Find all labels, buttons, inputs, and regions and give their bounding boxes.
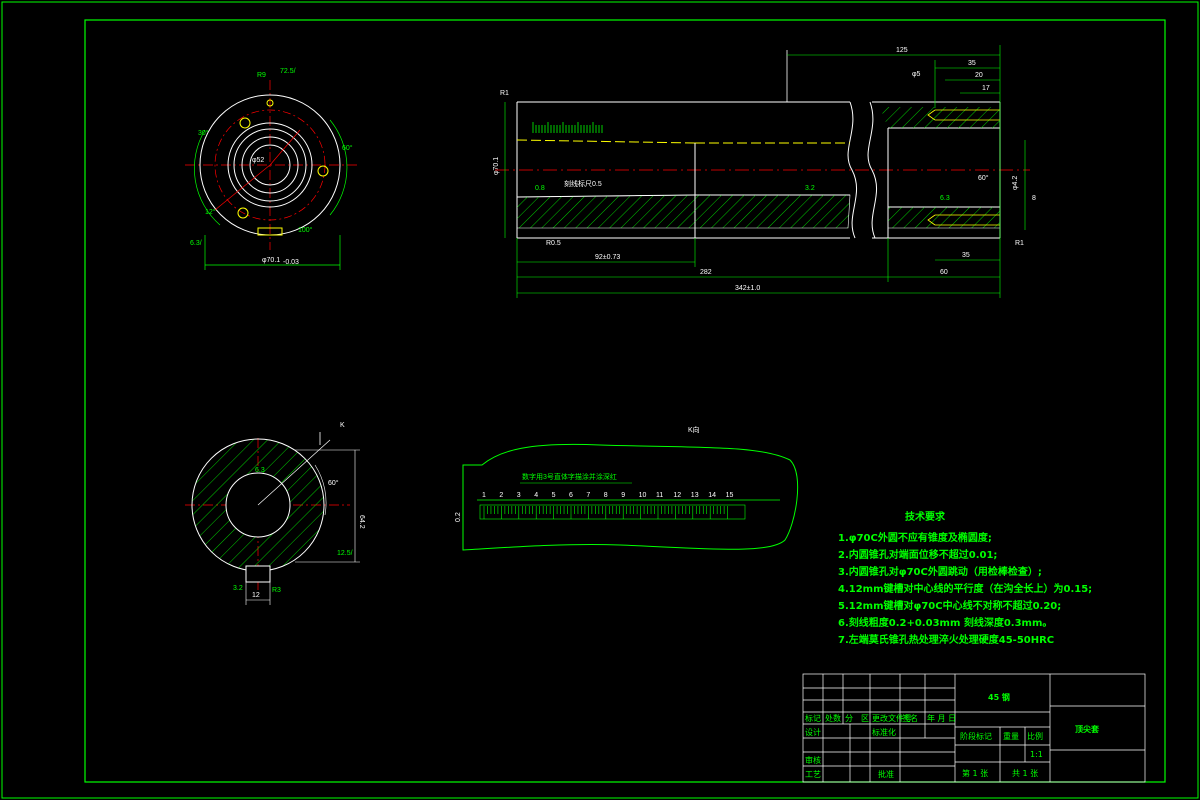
section-k: K 64.2 12 R3 60° 12.5/ 3.2 6.3 (185, 422, 365, 605)
ra-08: 0.8 (535, 185, 545, 192)
tb-stage: 阶段标记 (960, 731, 992, 741)
dim-r1-left: R1 (500, 90, 509, 97)
tb-scale: 比例 (1027, 731, 1043, 741)
tb-designer: 设计 (805, 727, 821, 737)
label-outer-tol: -0.03 (283, 259, 299, 266)
tb-h-count: 处数 (825, 713, 841, 723)
k-scale-number: 4 (534, 492, 538, 499)
label-ra2: 6.3/ (190, 240, 202, 247)
tb-material: 45 钢 (988, 692, 1010, 702)
tb-h-date: 年 月 日 (927, 713, 956, 723)
dim-92: 92±0.73 (595, 254, 620, 261)
dim-phi5: φ5 (912, 71, 921, 78)
dim-342: 342±1.0 (735, 285, 760, 292)
inner-frame (84, 19, 1166, 783)
dim-8: 8 (1032, 195, 1036, 202)
section-k-ra3: 6.3 (255, 467, 265, 474)
requirement-5: 5.12mm键槽对φ70C中心线不对称不超过0.20; (838, 599, 1061, 612)
main-longitudinal-view: 125 35 20 17 φ5 92±0.73 282 342±1.0 35 6… (493, 45, 1036, 298)
tb-standardize: 标准化 (872, 727, 896, 737)
k-scale-number: 9 (621, 492, 625, 499)
requirement-7: 7.左端莫氏锥孔热处理淬火处理硬度45-50HRC (838, 633, 1054, 646)
section-k-ang: 60° (328, 479, 339, 487)
requirement-6: 6.刻线粗度0.2+0.03mm 刻线深度0.3mm。 (838, 616, 1052, 629)
tb-h-mark: 标记 (805, 713, 821, 723)
label-ra: 72.5/ (280, 68, 296, 75)
label-r12: 12° (205, 208, 216, 216)
technical-requirements: 技术要求 1.φ70C外圆不应有锥度及椭圆度; 2.内圆锥孔对端面位移不超过0.… (838, 510, 1092, 646)
dim-angle: 60° (978, 174, 989, 182)
label-inner-dia: φ52 (252, 157, 264, 164)
k-scale-number: 6 (569, 492, 573, 499)
k-view-side-dim: 0.2 (455, 512, 462, 522)
dim-r1-right: R1 (1015, 240, 1024, 247)
dim-60: 60 (940, 269, 948, 276)
section-k-h: 64.2 (358, 515, 365, 529)
scale-ticks (532, 122, 603, 133)
k-scale-number: 3 (517, 492, 521, 499)
tb-h-zone: 分 区 (845, 714, 869, 723)
tb-sheets: 共 1 张 (1012, 769, 1038, 778)
k-scale-number: 8 (604, 492, 608, 499)
label-outer-dia: φ70.1 (262, 257, 280, 264)
section-k-ra: 12.5/ (337, 550, 353, 557)
label-ang1: 30° (198, 129, 209, 137)
k-scale-number: 11 (656, 492, 663, 499)
tb-approve: 批准 (878, 769, 894, 779)
tb-review: 审核 (805, 755, 821, 765)
section-k-w: 12 (252, 592, 260, 599)
section-k-r: R3 (272, 587, 281, 594)
k-view: K向 1 2 3 4 5 6 7 8 9 10 11 12 13 14 15 数字用3号直体字描涂并涂深红 … (455, 425, 799, 551)
k-scale-number: 12 (673, 492, 681, 499)
k-scale-number: 14 (708, 492, 716, 499)
dim-35-bottom: 35 (962, 252, 970, 259)
k-scale-number: 15 (726, 492, 734, 499)
requirement-1: 1.φ70C外圆不应有锥度及椭圆度; (838, 531, 992, 544)
dim-diameter: φ70.1 (493, 157, 500, 175)
dim-17: 17 (982, 85, 990, 92)
label-r100: 100° (298, 226, 313, 234)
dim-phi42: φ4.2 (1012, 176, 1019, 190)
k-scale-numbers: 1 2 3 4 5 6 7 8 9 10 11 12 13 14 15 (482, 492, 733, 499)
dim-125: 125 (896, 47, 908, 54)
ra-63: 6.3 (940, 195, 950, 202)
tb-sheet: 第 1 张 (962, 768, 988, 778)
k-scale-ticks (483, 506, 728, 519)
scale-note: 刻线标尺0.5 (564, 179, 602, 188)
tb-process: 工艺 (805, 770, 821, 779)
requirement-3: 3.内圆锥孔对φ70C外圆跳动（用检棒检查）; (838, 565, 1042, 578)
k-scale-number: 7 (586, 492, 590, 499)
tb-weight: 重量 (1003, 731, 1019, 741)
requirement-4: 4.12mm键槽对中心线的平行度（在沟全长上）为0.15; (838, 582, 1092, 595)
k-scale-number: 13 (691, 492, 699, 499)
k-scale-number: 10 (639, 492, 647, 499)
k-view-note: 数字用3号直体字描涂并涂深红 (522, 472, 617, 481)
section-k-ra2: 3.2 (233, 585, 243, 592)
section-k-title: K (340, 422, 345, 429)
label-r9: R9 (257, 72, 266, 79)
k-scale-number: 1 (482, 492, 486, 499)
dim-282: 282 (700, 269, 712, 276)
cad-drawing: R9 72.5/ φ52 30° 60° 100° 12° 6.3/ φ70.1… (1, 1, 1199, 799)
k-scale-number: 2 (499, 492, 503, 499)
tb-part-name: 顶尖套 (1075, 724, 1100, 734)
dim-20: 20 (975, 72, 983, 79)
label-ang2: 60° (342, 144, 353, 152)
dim-35-top: 35 (968, 60, 976, 67)
outer-border (1, 1, 1199, 799)
tb-h-sign: 签名 (902, 713, 918, 723)
tb-scale-value: 1:1 (1030, 750, 1043, 759)
ra-32: 3.2 (805, 185, 815, 192)
k-view-title: K向 (688, 425, 700, 434)
dim-r05: R0.5 (546, 240, 561, 247)
requirement-2: 2.内圆锥孔对端面位移不超过0.01; (838, 548, 997, 561)
requirements-title: 技术要求 (905, 510, 946, 523)
front-end-view: R9 72.5/ φ52 30° 60° 100° 12° 6.3/ φ70.1… (185, 68, 360, 270)
k-scale-number: 5 (552, 492, 556, 499)
